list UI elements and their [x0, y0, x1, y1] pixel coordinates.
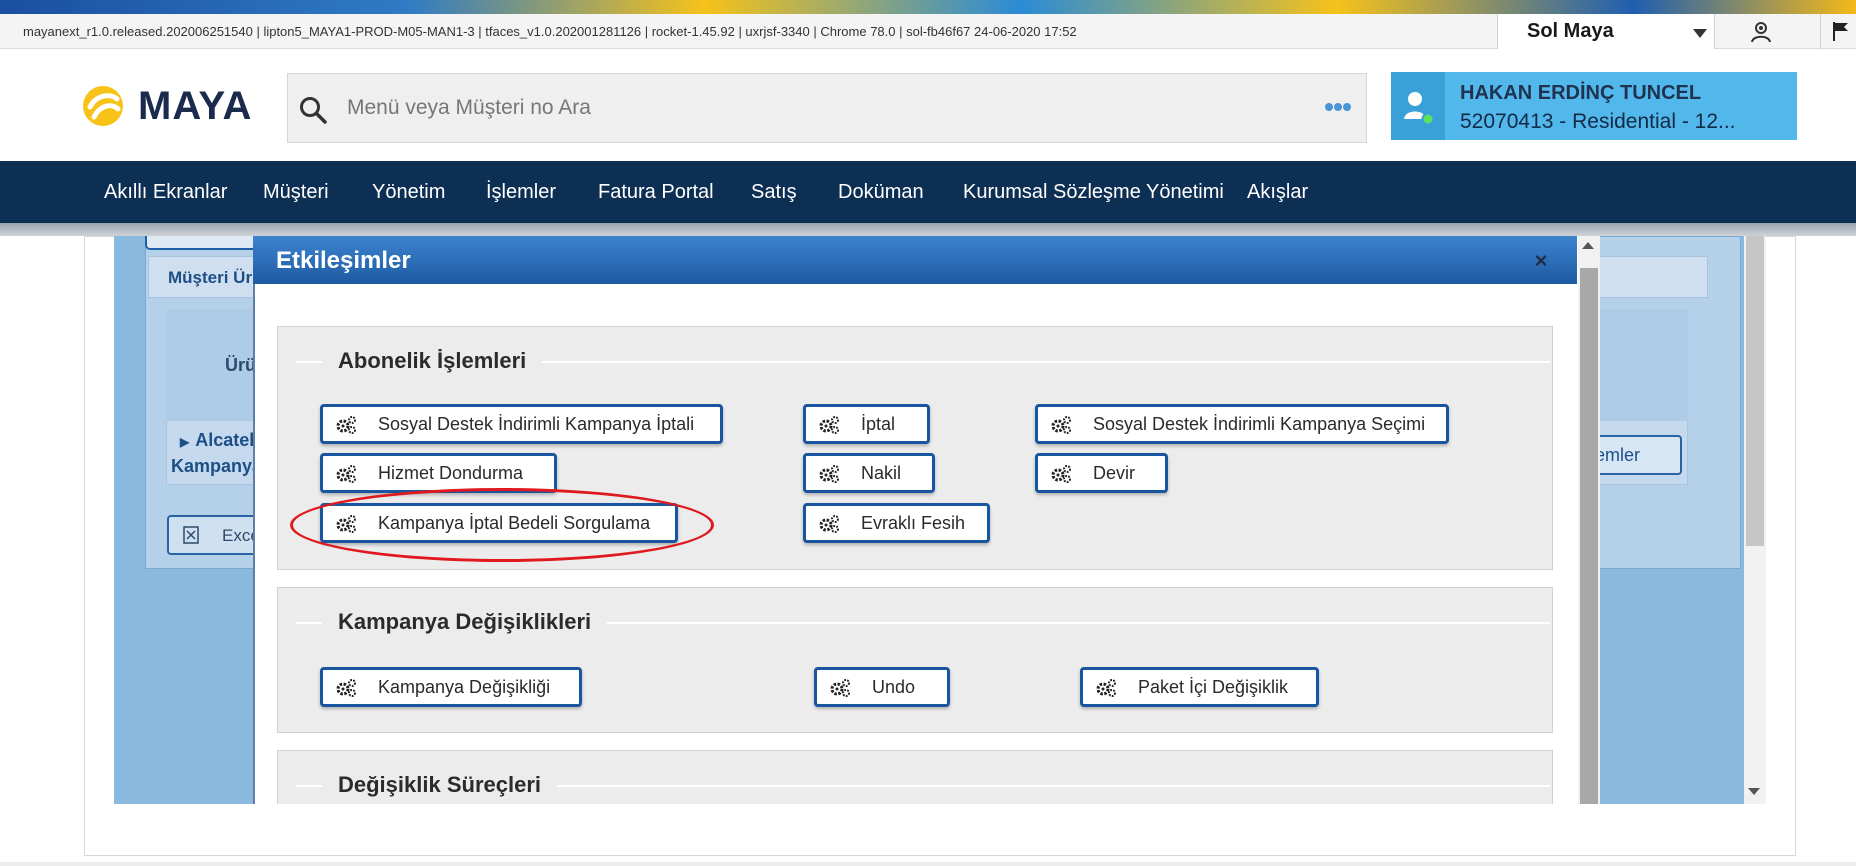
- action-button-label: Evraklı Fesih: [861, 513, 966, 533]
- action-button-label: Undo: [872, 677, 916, 697]
- maya-logo-icon: [82, 85, 124, 127]
- flag-icon[interactable]: [1820, 14, 1856, 49]
- background-alcatel-label: ▶ Alcatel: [180, 430, 255, 450]
- nav-item-musteri[interactable]: Müşteri: [263, 161, 329, 223]
- action-button-label: Kampanya Değişikliği: [378, 677, 551, 697]
- gear-icon: [336, 416, 356, 434]
- nav-item-dokuman[interactable]: Doküman: [838, 161, 924, 223]
- highlight-annotation-ellipse: [290, 488, 714, 562]
- nav-item-islemler[interactable]: İşlemler: [486, 161, 556, 223]
- gear-icon: [819, 465, 839, 483]
- customer-details: 52070413 - Residential - 12...: [1460, 110, 1736, 133]
- gear-icon: [830, 679, 850, 697]
- gear-icon: [336, 465, 356, 483]
- action-button-label: Sosyal Destek İndirimli Kampanya İptali: [378, 414, 695, 434]
- profile-icon[interactable]: [1748, 20, 1774, 44]
- section-title: Abonelik İşlemleri: [322, 348, 543, 374]
- customer-avatar-icon: [1391, 72, 1445, 140]
- gear-icon: [336, 679, 356, 697]
- section-title: Değişiklik Süreçleri: [322, 772, 557, 798]
- navbar-shadow: [0, 223, 1856, 236]
- close-icon[interactable]: ×: [1528, 248, 1554, 274]
- action-button-nakil[interactable]: Nakil: [803, 453, 935, 493]
- dialog-scrollbar-thumb[interactable]: [1580, 268, 1598, 804]
- version-info-text: mayanext_r1.0.released.202006251540 | li…: [23, 24, 1077, 39]
- chevron-down-icon[interactable]: [1693, 29, 1707, 38]
- scroll-up-arrow-icon[interactable]: [1582, 242, 1594, 249]
- dialog-title: Etkileşimler: [276, 247, 411, 274]
- action-button-label: Devir: [1093, 463, 1136, 483]
- dialog-title-bar: [253, 236, 1577, 284]
- top-decorative-stripe: [0, 0, 1856, 14]
- action-button-sosyal-destek-iptali[interactable]: Sosyal Destek İndirimli Kampanya İptali: [320, 404, 723, 444]
- action-button-hizmet-dondurma[interactable]: Hizmet Dondurma: [320, 453, 557, 493]
- action-button-label: İptal: [861, 414, 896, 434]
- nav-item-satis[interactable]: Satış: [751, 161, 797, 223]
- background-kampanya-label: Kampanya: [171, 456, 263, 476]
- nav-item-akilli-ekranlar[interactable]: Akıllı Ekranlar: [104, 161, 227, 223]
- excel-icon: [183, 526, 199, 544]
- action-button-paket-ici-degisiklik[interactable]: Paket İçi Değişiklik: [1080, 667, 1319, 707]
- action-button-sosyal-destek-secimi[interactable]: Sosyal Destek İndirimli Kampanya Seçimi: [1035, 404, 1449, 444]
- page-scrollbar-thumb[interactable]: [1746, 236, 1764, 546]
- gear-icon: [1051, 416, 1071, 434]
- action-button-label: Paket İçi Değişiklik: [1138, 677, 1289, 697]
- nav-item-akislar[interactable]: Akışlar: [1247, 161, 1308, 223]
- user-select-value: Sol Maya: [1527, 20, 1614, 42]
- nav-item-fatura-portal[interactable]: Fatura Portal: [598, 161, 714, 223]
- action-button-devir[interactable]: Devir: [1035, 453, 1168, 493]
- search-icon[interactable]: [298, 95, 328, 125]
- gear-icon: [819, 515, 839, 533]
- nav-item-kurumsal-sozlesme[interactable]: Kurumsal Sözleşme Yönetimi: [963, 161, 1224, 223]
- background-emler-label: emler: [1595, 445, 1641, 465]
- action-button-label: Hizmet Dondurma: [378, 463, 524, 483]
- search-input[interactable]: [345, 80, 1295, 136]
- bottom-edge: [0, 862, 1856, 866]
- scroll-down-arrow-icon[interactable]: [1748, 788, 1760, 795]
- customer-name: HAKAN ERDİNÇ TUNCEL: [1460, 82, 1702, 104]
- nav-item-yonetim[interactable]: Yönetim: [372, 161, 445, 223]
- background-musteri-label: Müşteri Ür: [168, 268, 253, 287]
- action-button-label: Sosyal Destek İndirimli Kampanya Seçimi: [1093, 414, 1426, 434]
- gear-icon: [819, 416, 839, 434]
- section-title: Kampanya Değişiklikleri: [322, 609, 608, 635]
- logo-text: MAYA: [138, 84, 253, 128]
- gear-icon: [1051, 465, 1071, 483]
- action-button-kampanya-degisikligi[interactable]: Kampanya Değişikliği: [320, 667, 582, 707]
- action-button-undo[interactable]: Undo: [814, 667, 950, 707]
- action-button-iptal[interactable]: İptal: [803, 404, 930, 444]
- action-button-evrakli-fesih[interactable]: Evraklı Fesih: [803, 503, 990, 543]
- background-urun-label: Ürü: [225, 355, 256, 375]
- more-options-icon[interactable]: [1323, 100, 1353, 114]
- background-search-field: [145, 236, 265, 250]
- action-button-label: Nakil: [861, 463, 902, 483]
- gear-icon: [1096, 679, 1116, 697]
